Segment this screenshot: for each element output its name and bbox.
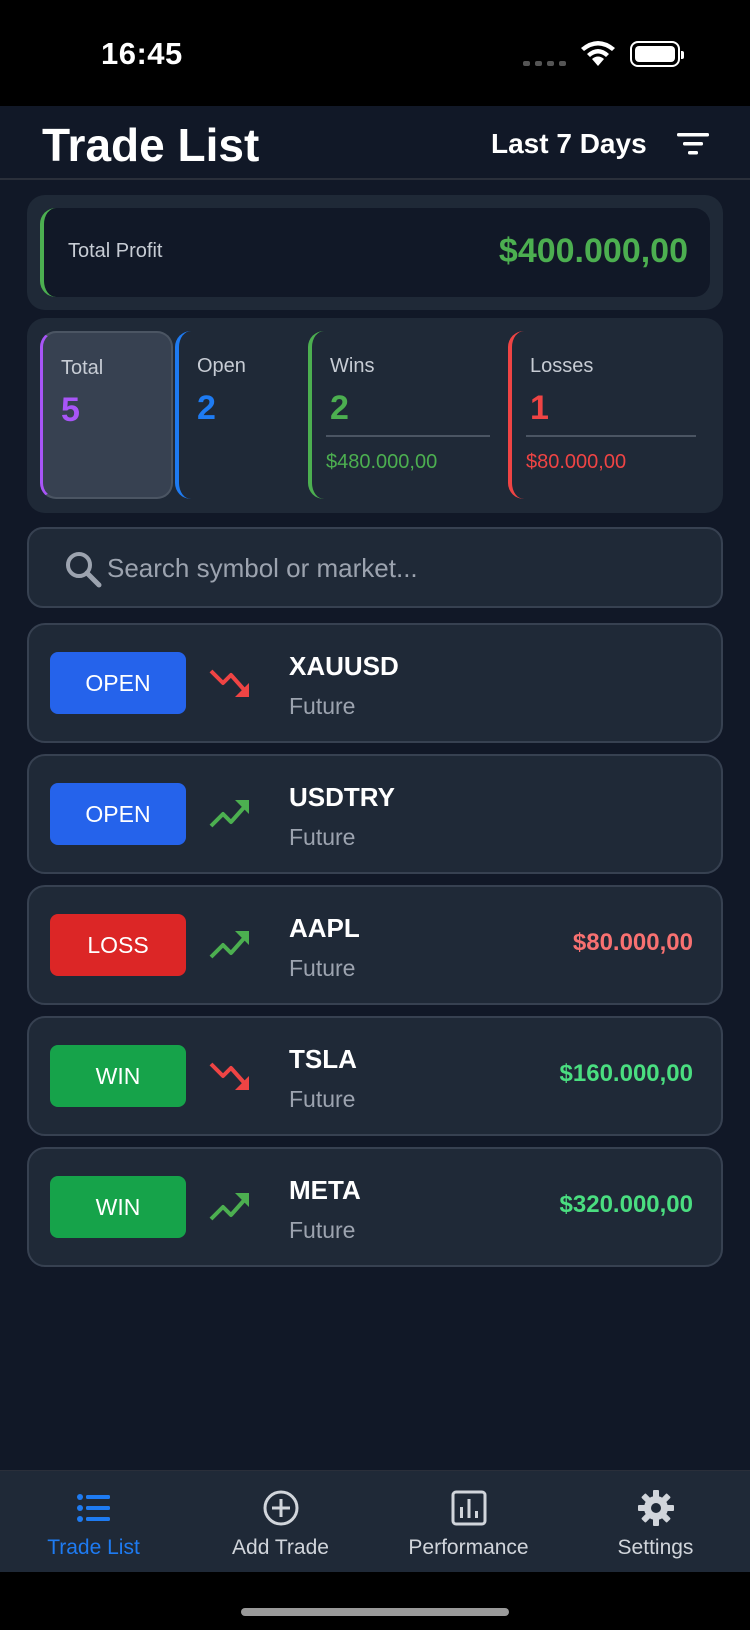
home-indicator-area: [0, 1572, 750, 1630]
stat-total-filter[interactable]: Total 5: [40, 331, 173, 499]
list-icon: [77, 1494, 110, 1522]
trade-amount: $80.000,00: [572, 929, 693, 956]
stat-total-value: 5: [61, 391, 80, 429]
trade-symbol: TSLA: [289, 1044, 357, 1074]
trade-status-badge: WIN: [50, 1045, 186, 1107]
nav-header: Trade List Last 7 Days: [0, 106, 750, 180]
trade-amount: $160.000,00: [559, 1060, 693, 1087]
trade-symbol: XAUUSD: [289, 651, 399, 681]
total-profit-card: Total Profit $400.000,00: [27, 195, 723, 310]
total-profit-label: Total Profit: [68, 240, 163, 262]
home-indicator[interactable]: [241, 1608, 509, 1616]
stat-wins-filter[interactable]: Wins 2 $480.000,00: [308, 331, 504, 499]
trade-market: Future: [289, 955, 356, 981]
stat-total-label: Total: [61, 357, 104, 379]
tab-label: Settings: [617, 1536, 694, 1559]
tab-trade-list[interactable]: Trade List: [0, 1471, 187, 1573]
tab-performance[interactable]: Performance: [375, 1471, 562, 1573]
trade-symbol: META: [289, 1175, 361, 1205]
trend-up-icon: [209, 1193, 249, 1221]
tab-add-trade[interactable]: Add Trade: [187, 1471, 374, 1573]
search-input[interactable]: [107, 547, 687, 589]
stat-wins-divider: [326, 435, 490, 437]
trade-row[interactable]: WIN META Future $320.000,00: [27, 1147, 723, 1267]
trade-row[interactable]: OPEN USDTRY Future: [27, 754, 723, 874]
trend-up-icon: [209, 931, 249, 959]
trend-down-icon: [209, 1062, 249, 1090]
gear-icon: [638, 1490, 674, 1526]
trend-up-icon: [209, 800, 249, 828]
trade-status-badge: OPEN: [50, 783, 186, 845]
trend-down-icon: [209, 669, 249, 697]
trade-row[interactable]: LOSS AAPL Future $80.000,00: [27, 885, 723, 1005]
stat-wins-amount: $480.000,00: [326, 451, 438, 473]
status-icons: [523, 40, 684, 68]
bar-chart-icon: [451, 1490, 487, 1526]
page-title: Trade List: [42, 119, 260, 171]
trade-market: Future: [289, 1086, 356, 1112]
trade-market: Future: [289, 693, 356, 719]
tab-label: Performance: [408, 1536, 529, 1559]
plus-circle-icon: [263, 1490, 299, 1526]
wifi-icon: [581, 41, 615, 66]
total-profit-panel: Total Profit $400.000,00: [40, 208, 710, 297]
stat-losses-divider: [526, 435, 696, 437]
trade-symbol: USDTRY: [289, 782, 395, 812]
trade-status-badge: WIN: [50, 1176, 186, 1238]
stat-losses-amount: $80.000,00: [526, 451, 627, 473]
trade-amount: $320.000,00: [559, 1191, 693, 1218]
search-box[interactable]: [27, 527, 723, 608]
trade-status-badge: OPEN: [50, 652, 186, 714]
status-time: 16:45: [101, 36, 183, 71]
trade-market: Future: [289, 1217, 356, 1243]
trade-row[interactable]: WIN TSLA Future $160.000,00: [27, 1016, 723, 1136]
stat-open-filter[interactable]: Open 2: [175, 331, 305, 499]
tab-bar: Trade List Add Trade Performance Setting…: [0, 1470, 750, 1572]
trade-row[interactable]: OPEN XAUUSD Future: [27, 623, 723, 743]
stat-wins-label: Wins: [330, 355, 375, 377]
stat-losses-filter[interactable]: Losses 1 $80.000,00: [508, 331, 710, 499]
cellular-signal-icon: [523, 60, 566, 66]
tab-label: Trade List: [47, 1536, 140, 1559]
date-range-selector[interactable]: Last 7 Days: [491, 128, 647, 160]
stat-open-label: Open: [197, 355, 246, 377]
stat-open-value: 2: [197, 389, 216, 427]
tab-label: Add Trade: [232, 1536, 329, 1559]
stats-summary-card: Total 5 Open 2 Wins 2 $480.000,00 Losses…: [27, 318, 723, 513]
trade-symbol: AAPL: [289, 913, 360, 943]
stat-losses-label: Losses: [530, 355, 594, 377]
status-bar: 16:45: [0, 0, 750, 106]
total-profit-value: $400.000,00: [498, 232, 688, 270]
tab-settings[interactable]: Settings: [562, 1471, 749, 1573]
stat-wins-value: 2: [330, 389, 349, 427]
trade-market: Future: [289, 824, 356, 850]
search-icon: [66, 552, 102, 588]
filter-icon[interactable]: [676, 130, 710, 158]
battery-icon: [630, 41, 684, 67]
trade-status-badge: LOSS: [50, 914, 186, 976]
stat-losses-value: 1: [530, 389, 549, 427]
